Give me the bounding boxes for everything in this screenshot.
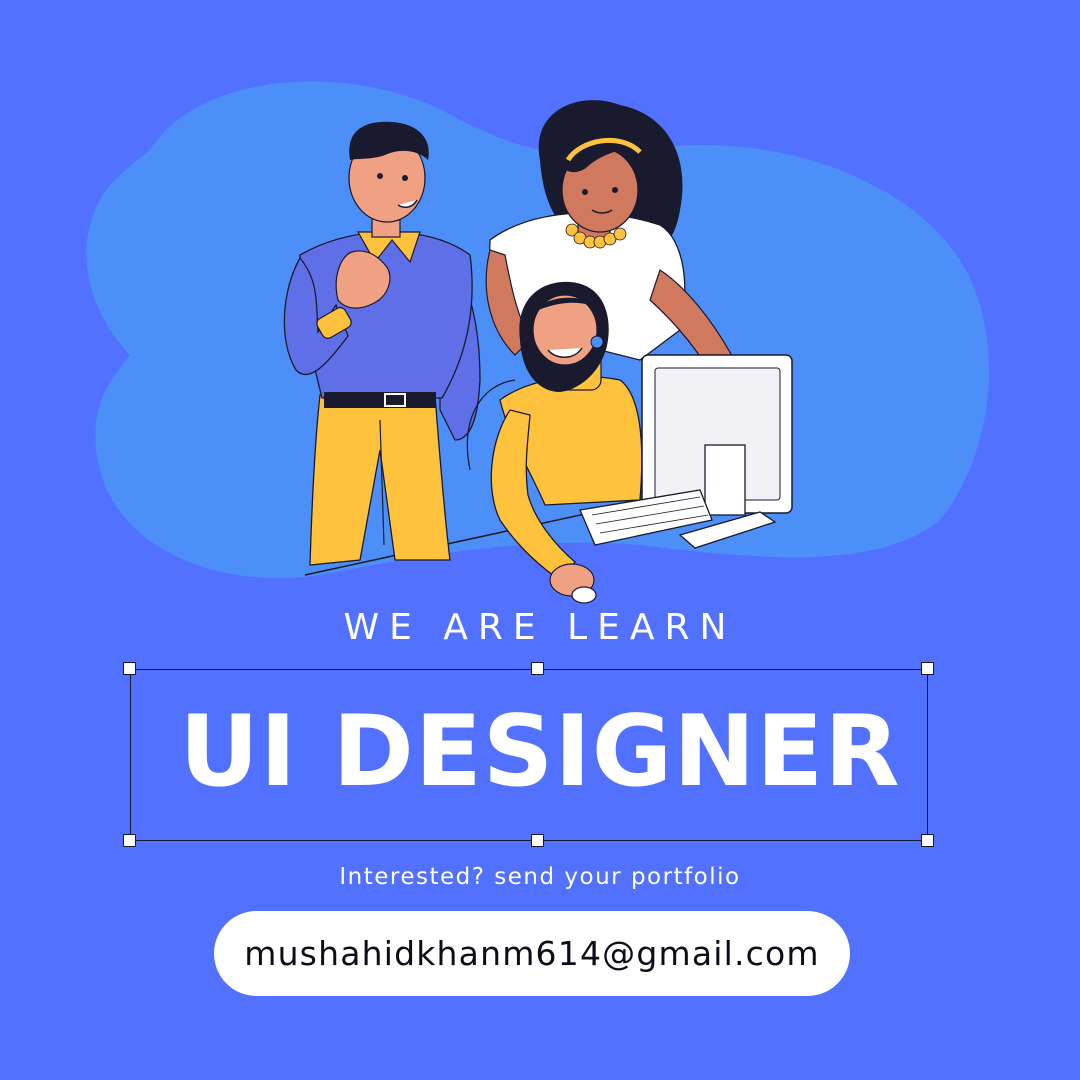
resize-handle-bottom-middle[interactable] [531,834,544,847]
tagline: WE ARE LEARN [343,607,737,648]
team-illustration [86,81,989,604]
poster-canvas: WE ARE LEARN UI DESIGNER Interested? sen… [0,0,1080,1080]
resize-handle-top-right[interactable] [921,662,934,675]
resize-handle-bottom-right[interactable] [921,834,934,847]
resize-handle-top-middle[interactable] [531,662,544,675]
email-text[interactable]: mushahidkhanm614@gmail.com [244,934,820,973]
mouse-icon [571,586,597,604]
subline: Interested? send your portfolio [339,864,741,890]
resize-handle-top-left[interactable] [123,662,136,675]
email-pill[interactable]: mushahidkhanm614@gmail.com [214,911,850,996]
resize-handle-bottom-left[interactable] [123,834,136,847]
headline: UI DESIGNER [179,695,901,809]
